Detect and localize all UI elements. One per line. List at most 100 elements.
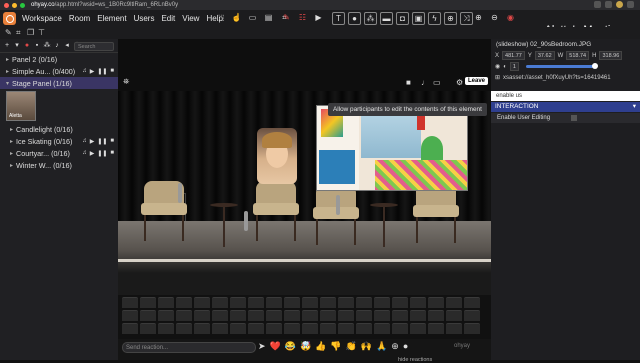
menu-element[interactable]: Element <box>97 14 126 23</box>
h-field[interactable]: 318.96 <box>599 51 623 60</box>
pause-icon[interactable]: ❚❚ <box>97 150 107 157</box>
music-icon[interactable]: ♫ <box>82 150 87 157</box>
collapse-arrow-icon[interactable]: ▾ <box>6 80 9 87</box>
laugh-emoji[interactable]: 😂 <box>285 341 296 352</box>
cursor-icon[interactable]: ☝ <box>230 12 243 25</box>
reaction-input[interactable]: Send reaction... <box>122 342 256 353</box>
menu-view[interactable]: View <box>182 14 199 23</box>
stop-icon[interactable]: ■ <box>110 150 114 157</box>
browser-menu-icon[interactable] <box>627 1 634 8</box>
image-icon[interactable]: ▣ <box>412 12 425 25</box>
screen-share-icon[interactable]: ▭ <box>433 78 441 87</box>
minimize-window-icon[interactable] <box>12 2 17 8</box>
edit-icon[interactable]: ✎ <box>280 12 293 25</box>
expand-arrow-icon[interactable]: ▸ <box>10 138 13 145</box>
text-icon[interactable]: T <box>332 12 345 25</box>
extension-icon[interactable] <box>594 1 601 8</box>
gift-icon[interactable]: ☷ <box>296 12 309 25</box>
profile-avatar-icon[interactable] <box>616 1 623 8</box>
link-icon[interactable]: ⊞ <box>495 74 500 81</box>
stop-icon[interactable]: ■ <box>110 68 114 75</box>
room-item-selected[interactable]: ▾ Stage Panel (1/16) <box>0 77 118 89</box>
play-icon[interactable]: ▶ <box>90 68 95 75</box>
expand-arrow-icon[interactable]: ▸ <box>10 150 13 157</box>
lock-icon[interactable]: ▪ <box>33 42 41 50</box>
expand-arrow-icon[interactable]: ▸ <box>6 68 9 75</box>
room-item[interactable]: ▸ Courtyar... (0/16) ♫ ▶ ❚❚ ■ <box>6 147 118 159</box>
property-search-input[interactable]: enable us <box>491 91 640 101</box>
layer-field[interactable]: 1 <box>509 62 519 71</box>
room-item[interactable]: ▸ Candlelight (0/16) <box>6 123 118 135</box>
mind-blown-emoji[interactable]: 🤯 <box>300 341 311 352</box>
participant-video[interactable] <box>257 128 297 184</box>
ohyay-logo-icon[interactable] <box>3 12 16 25</box>
enable-user-editing-toggle[interactable] <box>571 115 577 121</box>
person-icon[interactable]: ● <box>348 12 361 25</box>
menu-users[interactable]: Users <box>134 14 155 23</box>
x-field[interactable]: 481.77 <box>502 51 525 60</box>
room-item[interactable]: ▸ Ice Skating (0/16) ♫ ▶ ❚❚ ■ <box>6 135 118 147</box>
chat-icon[interactable]: ▬ <box>380 12 393 25</box>
expand-arrow-icon[interactable]: ▸ <box>10 162 13 169</box>
play-icon[interactable]: ▶ <box>312 12 325 25</box>
room-search-input[interactable]: Search <box>74 42 114 51</box>
more-emoji-icon[interactable]: ● <box>403 341 408 352</box>
room-item[interactable]: ▸ Winter W... (0/16) <box>6 159 118 171</box>
add-emoji-icon[interactable]: ⊕ <box>391 341 399 352</box>
settings-icon[interactable]: ⚙ <box>456 78 463 87</box>
send-icon[interactable]: ➤ <box>258 341 266 352</box>
screen-icon[interactable]: ▭ <box>246 12 259 25</box>
link-icon[interactable]: ⊕ <box>444 12 457 25</box>
leave-button[interactable]: Leave <box>464 77 488 85</box>
asset-url[interactable]: xsasset://asset_h0fXuyUh?ts=16419461 <box>503 75 611 81</box>
menu-workspace[interactable]: Workspace <box>22 14 62 23</box>
opacity-slider[interactable] <box>525 63 598 69</box>
people-icon[interactable]: ⁂ <box>43 42 51 50</box>
thumbs-down-emoji[interactable]: 👎 <box>330 341 341 352</box>
play-icon[interactable]: ▶ <box>90 138 95 145</box>
stage-canvas[interactable] <box>118 91 491 295</box>
map-icon[interactable]: ⛯ <box>123 77 129 87</box>
grid-icon[interactable]: ⌗ <box>16 28 21 38</box>
window-controls[interactable] <box>4 2 25 8</box>
expand-arrow-icon[interactable]: ▸ <box>10 126 13 133</box>
play-icon[interactable]: ▶ <box>90 150 95 157</box>
w-field[interactable]: 518.74 <box>566 51 590 60</box>
zoom-out-icon[interactable]: ⊖ <box>488 12 501 25</box>
mic-icon[interactable]: ♪ <box>53 42 61 50</box>
expand-arrow-icon[interactable]: ▸ <box>6 56 9 63</box>
extension-icon[interactable] <box>605 1 612 8</box>
window-icon[interactable]: ▤ <box>262 12 275 25</box>
collapse-icon[interactable]: ▾ <box>633 102 636 112</box>
paint-icon[interactable]: ⊤ <box>38 28 45 37</box>
lightning-icon[interactable]: ϟ <box>428 12 441 25</box>
comment-icon[interactable]: ◘ <box>396 12 409 25</box>
camera-icon[interactable]: ■ <box>406 78 411 87</box>
dropdown-icon[interactable]: ▾ <box>13 42 21 50</box>
select-icon[interactable]: ⬚ <box>214 12 227 25</box>
participant-thumbnail[interactable]: Aletta <box>6 91 36 121</box>
slideshow-element[interactable] <box>316 105 468 191</box>
microphone-icon[interactable]: ♩ <box>421 78 429 87</box>
menu-edit[interactable]: Edit <box>161 14 175 23</box>
music-icon[interactable]: ♫ <box>82 138 87 145</box>
clap-emoji[interactable]: 👏 <box>346 341 357 352</box>
copy-icon[interactable]: ❐ <box>27 28 34 37</box>
target-icon[interactable]: ◉ <box>504 12 517 25</box>
interaction-section-header[interactable]: INTERACTION ▾ <box>491 102 640 112</box>
pray-emoji[interactable]: 🙏 <box>376 341 387 352</box>
thumbs-up-emoji[interactable]: 👍 <box>315 341 326 352</box>
room-item[interactable]: ▸ Panel 2 (0/16) <box>0 53 118 65</box>
pencil-icon[interactable]: ✎ <box>5 28 12 37</box>
menu-room[interactable]: Room <box>69 14 90 23</box>
room-item[interactable]: ▸ Simple Au... (0/400) ♫ ▶ ❚❚ ■ <box>0 65 118 77</box>
lock-icon[interactable]: ◐ <box>503 64 507 70</box>
close-window-icon[interactable] <box>4 2 9 8</box>
group-icon[interactable]: ⁂ <box>364 12 377 25</box>
record-icon[interactable]: ● <box>23 42 31 50</box>
address-bar[interactable]: ohyay.co/app.html?wsid=ws_1B0Rc9ltlRam_6… <box>31 2 178 8</box>
music-icon[interactable]: ♫ <box>82 68 87 75</box>
maximize-window-icon[interactable] <box>20 2 25 8</box>
heart-emoji[interactable]: ❤️ <box>270 341 281 352</box>
raised-hands-emoji[interactable]: 🙌 <box>361 341 372 352</box>
